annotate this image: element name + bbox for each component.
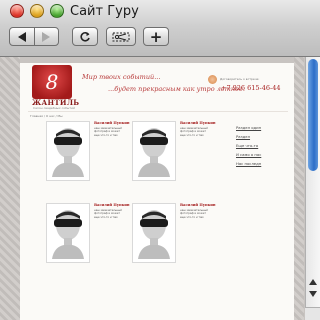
title-toolbar: Сайт Гуру + xyxy=(0,0,320,57)
slogan-line-1: Мир твоих событий... xyxy=(82,73,161,81)
breadcrumb[interactable]: Главная / О нас / Мы xyxy=(30,114,63,118)
contact-hint: Договоритесь о встрече: xyxy=(220,77,260,81)
back-arrow-icon xyxy=(17,31,26,42)
staff-card: Василий Пупкин наш замечательный фотогра… xyxy=(132,203,234,275)
reload-button[interactable] xyxy=(72,27,98,46)
header-divider xyxy=(28,111,288,112)
page-background-left xyxy=(0,57,20,320)
staff-description: наш замечательный фотограф и может еще ч… xyxy=(180,127,208,137)
scroll-thumb[interactable] xyxy=(308,59,318,171)
minimize-window-button[interactable] xyxy=(30,4,44,18)
scissors-icon xyxy=(112,32,130,41)
site-logo[interactable]: 8 xyxy=(32,65,72,99)
staff-name[interactable]: Василий Пупкин xyxy=(180,203,216,207)
page-background-right xyxy=(294,57,304,320)
forward-button[interactable] xyxy=(33,28,59,45)
screenshot-button[interactable] xyxy=(106,27,136,46)
close-window-button[interactable] xyxy=(10,4,24,18)
staff-name[interactable]: Василий Пупкин xyxy=(180,121,216,125)
staff-description: наш замечательный фотограф и может еще ч… xyxy=(94,127,122,137)
masked-person-icon xyxy=(52,128,84,177)
forward-arrow-icon xyxy=(42,31,51,42)
menu-item[interactable]: И само о нас xyxy=(236,152,261,157)
resize-grip[interactable] xyxy=(305,307,320,320)
reload-icon xyxy=(80,31,90,42)
back-forward-control xyxy=(9,27,59,46)
browser-window: Сайт Гуру + 8 ЖАНТИЛЬ Салон свадебных со… xyxy=(0,0,320,320)
menu-item[interactable]: Нас последн xyxy=(236,161,261,166)
staff-photo[interactable] xyxy=(132,203,176,263)
web-content: 8 ЖАНТИЛЬ Салон свадебных событий Мир тв… xyxy=(0,57,320,320)
menu-item[interactable]: Раздел один xyxy=(236,125,261,130)
zoom-window-button[interactable] xyxy=(50,4,64,18)
masked-person-icon xyxy=(138,210,170,259)
menu-item[interactable]: Еще что-то xyxy=(236,143,258,148)
phone-number: +7 926 615-46-44 xyxy=(221,84,281,92)
back-button[interactable] xyxy=(10,28,34,45)
site-page: 8 ЖАНТИЛЬ Салон свадебных событий Мир тв… xyxy=(20,63,294,320)
staff-name[interactable]: Василий Пупкин xyxy=(94,121,130,125)
staff-photo[interactable] xyxy=(46,203,90,263)
staff-photo[interactable] xyxy=(46,121,90,181)
scroll-down-icon[interactable] xyxy=(309,291,317,297)
add-bookmark-button[interactable]: + xyxy=(143,27,169,46)
staff-description: наш замечательный фотограф и может еще ч… xyxy=(94,209,122,219)
staff-description: наш замечательный фотограф и может еще ч… xyxy=(180,209,208,219)
window-title: Сайт Гуру xyxy=(70,4,139,19)
staff-name[interactable]: Василий Пупкин xyxy=(94,203,130,207)
staff-photo[interactable] xyxy=(132,121,176,181)
scroll-up-icon[interactable] xyxy=(309,279,317,285)
brand-subtitle: Салон свадебных событий xyxy=(32,106,76,110)
masked-person-icon xyxy=(138,128,170,177)
masked-person-icon xyxy=(52,210,84,259)
menu-item[interactable]: Раздел xyxy=(236,134,250,139)
vertical-scrollbar[interactable] xyxy=(305,57,320,307)
staff-card: Василий Пупкин наш замечательный фотогра… xyxy=(132,121,234,193)
flower-icon xyxy=(208,75,217,84)
